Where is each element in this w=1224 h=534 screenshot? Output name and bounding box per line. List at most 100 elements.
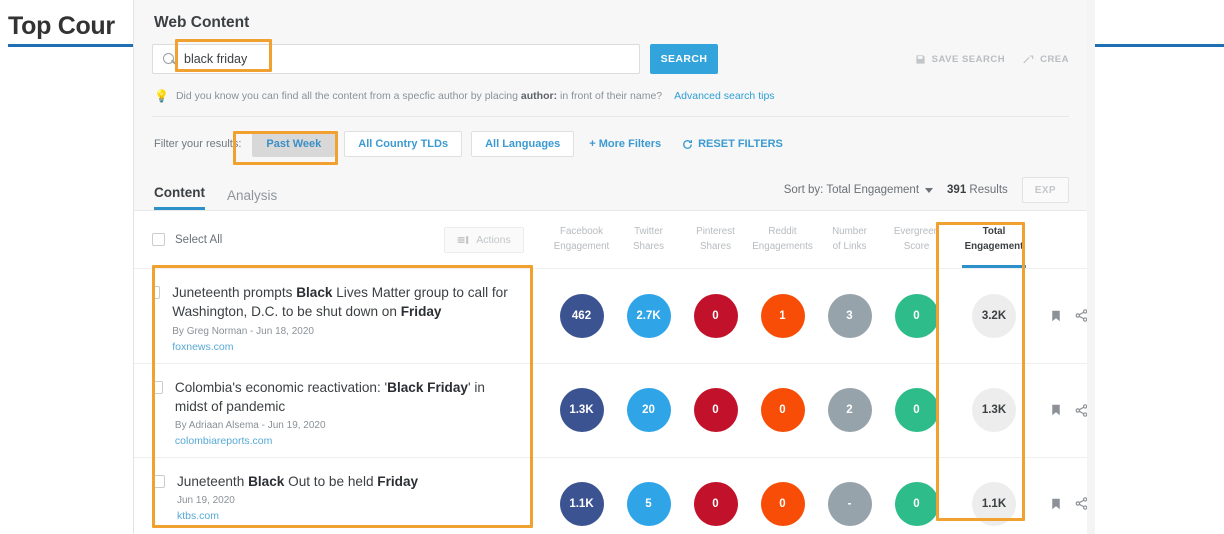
metric-cell-twitter: 5	[615, 481, 682, 526]
bookmark-icon[interactable]	[1050, 310, 1062, 322]
metric-cell-pinterest: 0	[682, 388, 749, 433]
row-metrics: 1.1K 5 0 0-0 1.1K	[548, 458, 1038, 534]
column-number-of-links[interactable]: Number of Links	[816, 211, 883, 268]
metric-cell-links: 3	[816, 293, 883, 338]
bookmark-icon[interactable]	[1050, 404, 1062, 416]
metric-cell-evergreen: 0	[883, 481, 950, 526]
column-total-engagement[interactable]: Total Engagement	[950, 211, 1038, 268]
metric-cell-facebook: 1.3K	[548, 388, 615, 433]
table-row[interactable]: Colombia's economic reactivation: 'Black…	[134, 362, 1087, 458]
column-reddit-engagements[interactable]: Reddit Engagements	[749, 211, 816, 268]
row-action-icons	[1038, 364, 1087, 458]
row-metrics: 462 2.7K 0 1 3 0 3.2K	[548, 269, 1038, 363]
row-checkbox[interactable]	[152, 475, 165, 489]
row-checkbox[interactable]	[152, 380, 163, 394]
metric-cell-reddit: 1	[749, 293, 816, 338]
stack-icon	[458, 235, 469, 244]
actions-cell: Actions	[420, 211, 548, 268]
header-actions: SAVE SEARCH CREA	[915, 54, 1069, 65]
table-row[interactable]: Juneteenth Black Out to be held Friday Ju…	[134, 457, 1087, 534]
metric-bubble-pinterest: 0	[693, 481, 738, 526]
filter-chip-more-filters[interactable]: + More Filters	[583, 131, 667, 157]
metric-bubble-evergreen: 0	[894, 388, 939, 433]
export-button[interactable]: EXP	[1021, 177, 1069, 203]
metric-bubble-reddit: 0	[760, 481, 805, 526]
chevron-down-icon	[925, 187, 934, 193]
metric-cell-links: -	[816, 481, 883, 526]
row-domain-link[interactable]: foxnews.com	[172, 341, 518, 353]
row-title-cell: Juneteenth Black Out to be held Friday Ju…	[152, 458, 548, 534]
results-table: Select All Actions Facebook Engagement T…	[134, 210, 1087, 534]
column-facebook-line2: Engagement	[553, 240, 610, 252]
search-icon	[163, 52, 176, 66]
column-evergreen-score[interactable]: Evergreen Score	[883, 211, 950, 268]
metric-cell-links: 2	[816, 388, 883, 433]
metric-bubble-reddit: 1	[760, 293, 805, 338]
row-checkbox[interactable]	[152, 286, 161, 299]
row-domain-link[interactable]: colombiareports.com	[175, 435, 518, 447]
tabs-right-toolbar: Sort by: Total Engagement 391 Results EX…	[784, 177, 1069, 210]
search-input[interactable]: black friday	[152, 44, 640, 74]
filter-chip-reset-filters[interactable]: RESET FILTERS	[676, 131, 789, 157]
search-row: black friday SEARCH SAVE SEARCH CREA	[152, 44, 1069, 74]
row-domain-link[interactable]: ktbs.com	[177, 510, 418, 522]
panel-header: Web Content black friday SEARCH SAVE SEA…	[134, 0, 1087, 210]
column-links-line1: Number	[832, 226, 867, 238]
background-page-title: Top Cour	[8, 12, 115, 40]
share-icon[interactable]	[1075, 497, 1087, 510]
metric-cell-pinterest: 0	[682, 481, 749, 526]
column-evergreen-line1: Evergreen	[893, 226, 940, 238]
sort-by-dropdown[interactable]: Sort by: Total Engagement	[783, 184, 934, 196]
filter-row: Filter your results: Past Week All Count…	[154, 131, 1069, 157]
save-search-button[interactable]: SAVE SEARCH	[915, 54, 1005, 65]
table-row[interactable]: Juneteenth prompts Black Lives Matter gr…	[134, 268, 1087, 363]
reset-filters-label: RESET FILTERS	[698, 138, 783, 150]
create-alert-label: CREA	[1040, 53, 1069, 65]
advanced-search-tips-link[interactable]: Advanced search tips	[674, 90, 774, 102]
column-pinterest-shares[interactable]: Pinterest Shares	[682, 211, 749, 268]
share-icon[interactable]	[1075, 404, 1087, 417]
tip-text-before: Did you know you can find all the conten…	[175, 90, 521, 102]
column-reddit-line1: Reddit	[768, 226, 797, 238]
metric-bubble-links: -	[827, 481, 872, 526]
header-divider	[152, 116, 1069, 117]
search-button[interactable]: SEARCH	[650, 44, 718, 74]
row-action-icons	[1038, 269, 1087, 363]
column-twitter-shares[interactable]: Twitter Shares	[615, 211, 682, 268]
filter-chip-languages[interactable]: All Languages	[471, 131, 575, 157]
filter-chip-past-week[interactable]: Past Week	[252, 131, 336, 157]
metric-bubble-facebook: 1.3K	[559, 388, 604, 433]
table-body: Juneteenth prompts Black Lives Matter gr…	[134, 268, 1087, 534]
results-count: 391 Results	[947, 184, 1008, 196]
column-pinterest-line2: Shares	[699, 240, 732, 252]
metric-cell-pinterest: 0	[682, 293, 749, 338]
column-links-line2: of Links	[832, 240, 867, 252]
column-twitter-line1: Twitter	[634, 226, 663, 238]
metric-bubble-total: 1.3K	[972, 388, 1016, 433]
row-title[interactable]: Juneteenth Black Out to be held Friday	[177, 472, 418, 491]
tab-analysis[interactable]: Analysis	[227, 188, 277, 210]
column-facebook-engagement[interactable]: Facebook Engagement	[548, 211, 615, 268]
row-action-icons	[1038, 458, 1087, 534]
bookmark-icon[interactable]	[1050, 498, 1062, 510]
metric-bubble-total: 3.2K	[972, 293, 1016, 338]
tab-content[interactable]: Content	[154, 185, 205, 210]
background-right-strip	[1087, 0, 1095, 534]
row-title[interactable]: Juneteenth prompts Black Lives Matter gr…	[172, 283, 518, 322]
select-all-cell: Select All	[152, 211, 420, 268]
filter-chip-country-tlds[interactable]: All Country TLDs	[344, 131, 463, 157]
select-all-checkbox[interactable]	[152, 233, 165, 246]
row-title[interactable]: Colombia's economic reactivation: 'Black…	[175, 378, 518, 417]
metric-bubble-links: 2	[827, 388, 872, 433]
share-icon[interactable]	[1075, 309, 1087, 323]
column-evergreen-line2: Score	[903, 240, 930, 252]
screenshot-root: Top Cour Web Content black friday SEARCH…	[0, 0, 1224, 534]
column-total-active-underline	[962, 265, 1026, 268]
create-alert-button[interactable]: CREA	[1023, 54, 1069, 65]
header-spacer	[1038, 211, 1087, 268]
actions-button[interactable]: Actions	[444, 226, 524, 253]
sort-by-label: Sort by: Total Engagement	[783, 184, 920, 196]
column-pinterest-line1: Pinterest	[696, 226, 735, 238]
results-count-label: Results	[969, 184, 1008, 196]
refresh-icon	[683, 139, 693, 149]
